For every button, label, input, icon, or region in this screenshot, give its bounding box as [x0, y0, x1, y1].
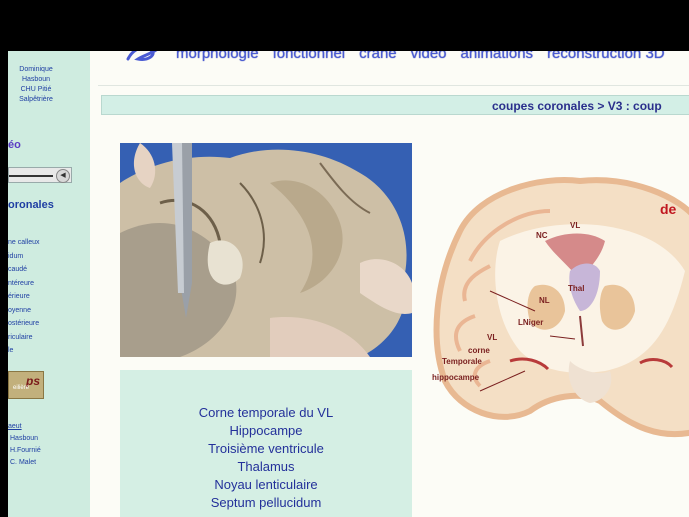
author-line: Salpêtrière [19, 96, 53, 103]
brain-logo-icon[interactable] [124, 51, 164, 63]
nav-animations[interactable]: animations [461, 51, 534, 62]
caption-item: Septum pellucidum [210, 495, 322, 510]
label-nl: NL [539, 296, 550, 305]
caption-item: Thalamus [237, 459, 295, 474]
main-nav: morphologie fonctionnel crâne video anim… [176, 51, 665, 62]
nav-crane[interactable]: crâne [359, 51, 397, 62]
label-thal: Thal [568, 284, 585, 293]
caption-item: Troisième ventricule [208, 441, 324, 456]
diagram-corner-label: de [660, 201, 677, 217]
caption-item: Noyau lenticulaire [214, 477, 318, 492]
menu-item[interactable]: ne calleux [8, 236, 40, 250]
label-temporale: Temporale [442, 357, 482, 366]
credit-line: H.Fournié [10, 447, 41, 454]
brain-section-illustration [433, 177, 689, 438]
menu-item[interactable]: ostérieure [8, 317, 40, 331]
header-divider [98, 85, 689, 86]
credit-line: Hasboun [10, 435, 39, 442]
sidebar: Dominique Hasboun CHU Pitié Salpêtrière … [8, 51, 90, 517]
nav-reconstruction[interactable]: reconstruction 3D [547, 51, 665, 62]
logo-subtext: eilière [13, 385, 30, 391]
breadcrumb-bar: coupes coronales > V3 : coup [101, 95, 689, 115]
nav-video[interactable]: video [411, 51, 447, 62]
label-lniger: LNiger [518, 318, 544, 327]
caption-list: Corne temporale du VL Hippocampe Troisiè… [120, 404, 412, 512]
slider-track[interactable] [9, 175, 53, 177]
menu-item[interactable]: oyenne [8, 304, 40, 318]
menu-item[interactable]: caudé [8, 263, 40, 277]
author-line: CHU Pitié [20, 86, 52, 93]
label-hippocampe: hippocampe [432, 373, 480, 382]
menu-item[interactable]: ntéreure [8, 277, 40, 291]
credit-line: C. Malet [10, 459, 37, 466]
menu-item[interactable]: le [8, 344, 40, 358]
coronal-section-diagram: VL NC Thal NL LNiger VL corne Temporale … [430, 171, 689, 441]
speaker-icon[interactable]: ◀ [56, 169, 70, 183]
volume-slider[interactable]: ◀ [8, 167, 72, 183]
breadcrumb[interactable]: coupes coronales > V3 : coup [492, 99, 662, 113]
dissection-photo [120, 143, 412, 357]
caption-item: Hippocampe [229, 423, 303, 438]
credits-heading[interactable]: aeut [8, 423, 22, 430]
author-line: Dominique [19, 66, 53, 73]
label-vl-top: VL [570, 221, 581, 230]
nav-morphologie[interactable]: morphologie [176, 51, 259, 62]
menu-item[interactable]: érieure [8, 290, 40, 304]
author-line: Hasboun [21, 76, 51, 83]
partner-logo[interactable]: eilière ps [8, 371, 44, 399]
author-credit: Dominique Hasboun CHU Pitié Salpêtrière [8, 65, 64, 105]
nav-fonctionnel[interactable]: fonctionnel [273, 51, 346, 62]
section-title: oronales [8, 199, 54, 211]
label-nc: NC [536, 231, 548, 240]
app-screen: Dominique Hasboun CHU Pitié Salpêtrière … [8, 51, 689, 517]
caption-item: Corne temporale du VL [198, 405, 334, 420]
caption-panel: Corne temporale du VL Hippocampe Troisiè… [120, 370, 412, 517]
structure-menu: ne calleux idum caudé ntéreure érieure o… [8, 236, 40, 358]
credits-list: Hasboun H.Fournié C. Malet [10, 433, 41, 469]
menu-item[interactable]: riculaire [8, 331, 40, 345]
menu-item[interactable]: idum [8, 250, 40, 264]
video-section-label: éo [8, 139, 21, 151]
label-corne: corne [468, 346, 490, 355]
label-vl: VL [487, 333, 498, 342]
